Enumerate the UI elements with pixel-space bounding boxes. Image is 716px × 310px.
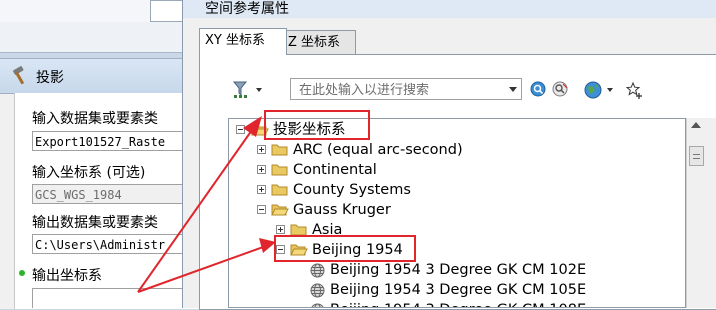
annotation-arrows <box>137 116 276 293</box>
tab-xy-coordinate-system[interactable]: XY 坐标系 <box>199 28 287 55</box>
